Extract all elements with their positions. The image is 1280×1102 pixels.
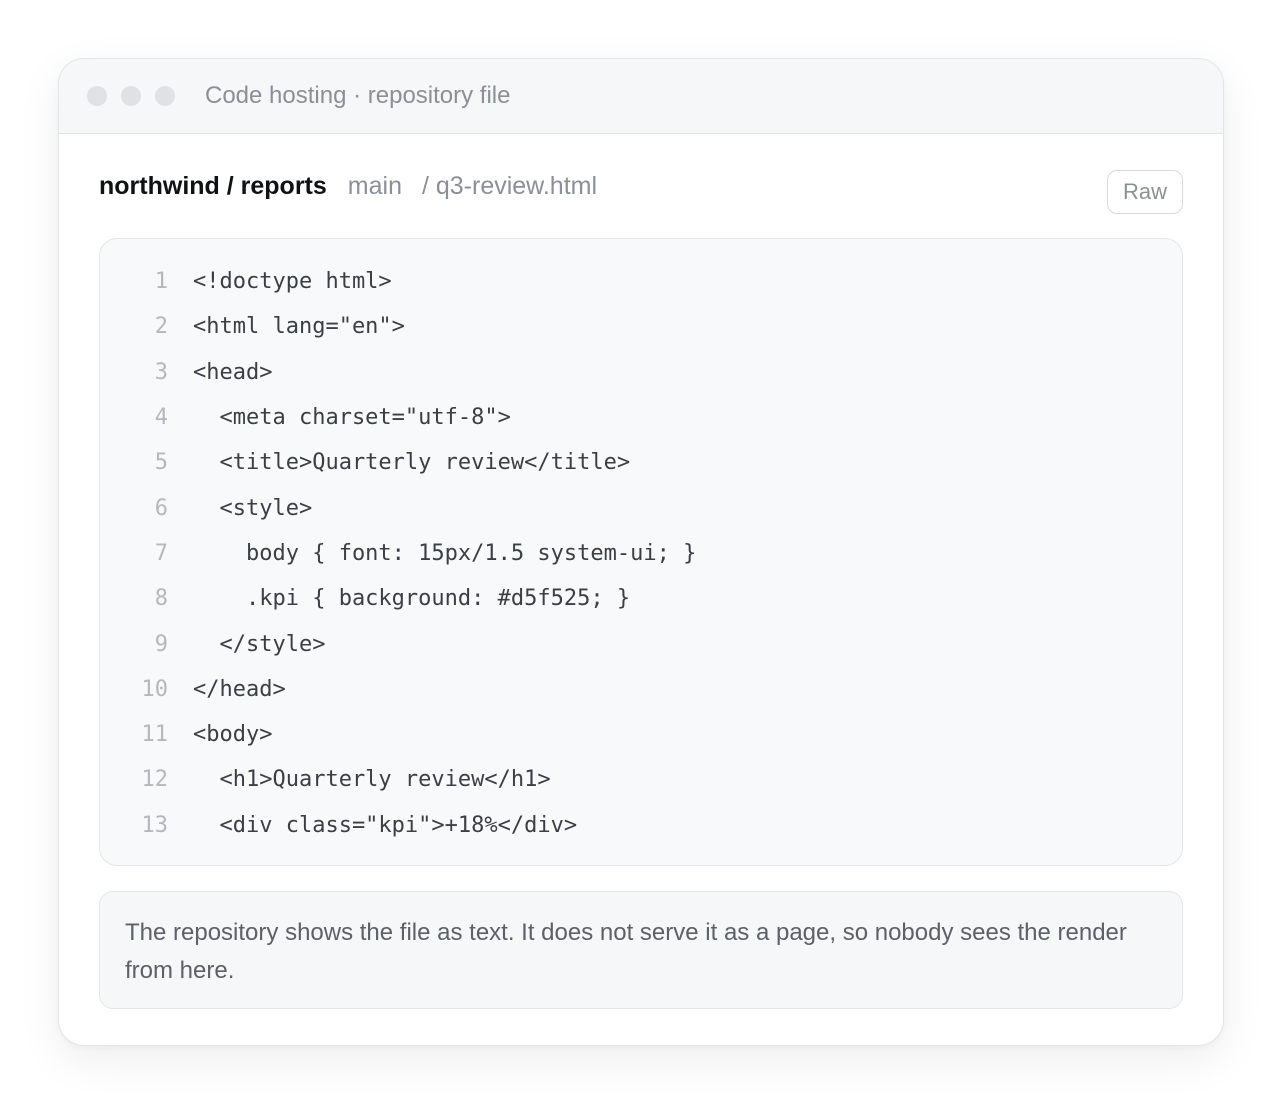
- code-line: 6 <style>: [100, 485, 1182, 530]
- minimize-window-dot[interactable]: [121, 86, 141, 106]
- line-code: <div class="kpi">+18%</div>: [193, 812, 578, 838]
- code-line: 2 <html lang="en">: [100, 304, 1182, 349]
- code-line: 13 <div class="kpi">+18%</div>: [100, 803, 1182, 848]
- file-header: northwind / reports main / q3-review.htm…: [99, 134, 1183, 238]
- line-number[interactable]: 12: [100, 767, 169, 792]
- line-number[interactable]: 2: [100, 314, 168, 339]
- code-line: 12 <h1>Quarterly review</h1>: [100, 757, 1182, 802]
- close-window-dot[interactable]: [87, 86, 107, 106]
- line-number[interactable]: 4: [100, 405, 168, 430]
- line-code: <head>: [193, 359, 273, 385]
- file-view: northwind / reports main / q3-review.htm…: [59, 134, 1223, 1009]
- line-number[interactable]: 1: [100, 269, 168, 294]
- line-code: <!doctype html>: [193, 269, 392, 295]
- info-note: The repository shows the file as text. I…: [99, 891, 1183, 1009]
- line-number[interactable]: 3: [100, 360, 168, 385]
- line-number[interactable]: 13: [100, 813, 169, 838]
- browser-window: Code hosting · repository file northwind…: [58, 58, 1224, 1046]
- line-number[interactable]: 11: [100, 722, 169, 747]
- code-panel: 1 <!doctype html> 2 <html lang="en"> 3 <head>…: [99, 238, 1183, 866]
- line-number[interactable]: 7: [100, 541, 168, 566]
- line-number[interactable]: 9: [100, 632, 168, 657]
- code-line: 1 <!doctype html>: [100, 259, 1182, 304]
- line-code: </style>: [193, 631, 326, 657]
- line-code: <h1>Quarterly review</h1>: [193, 767, 551, 793]
- code-line: 11 <body>: [100, 712, 1182, 757]
- code-line: 7 body { font: 15px/1.5 system-ui; }: [100, 531, 1182, 576]
- line-code: <body>: [193, 722, 273, 748]
- line-code: <style>: [193, 495, 313, 521]
- line-number[interactable]: 8: [100, 586, 168, 611]
- code-line: 4 <meta charset="utf-8">: [100, 395, 1182, 440]
- window-title: Code hosting · repository file: [205, 82, 511, 109]
- code-line: 10 </head>: [100, 667, 1182, 712]
- branch-selector[interactable]: main: [348, 172, 402, 201]
- line-code: <title>Quarterly review</title>: [193, 450, 631, 476]
- line-code: <meta charset="utf-8">: [193, 405, 511, 431]
- line-code: </head>: [193, 676, 286, 702]
- file-path: / q3-review.html: [421, 171, 598, 200]
- code-line: 3 <head>: [100, 350, 1182, 395]
- code-line: 8 .kpi { background: #d5f525; }: [100, 576, 1182, 621]
- code-line: 5 <title>Quarterly review</title>: [100, 440, 1182, 485]
- line-number[interactable]: 5: [100, 450, 168, 475]
- raw-button[interactable]: Raw: [1107, 170, 1183, 214]
- code-line: 9 </style>: [100, 621, 1182, 666]
- line-number[interactable]: 6: [100, 496, 168, 521]
- maximize-window-dot[interactable]: [155, 86, 175, 106]
- line-code: body { font: 15px/1.5 system-ui; }: [193, 540, 697, 566]
- repo-name-link[interactable]: northwind / reports: [99, 172, 327, 201]
- line-code: <html lang="en">: [193, 314, 405, 340]
- window-titlebar: Code hosting · repository file: [59, 59, 1223, 134]
- code-lines: 1 <!doctype html> 2 <html lang="en"> 3 <head>…: [100, 259, 1182, 848]
- line-code: .kpi { background: #d5f525; }: [193, 586, 631, 612]
- line-number[interactable]: 10: [100, 677, 169, 702]
